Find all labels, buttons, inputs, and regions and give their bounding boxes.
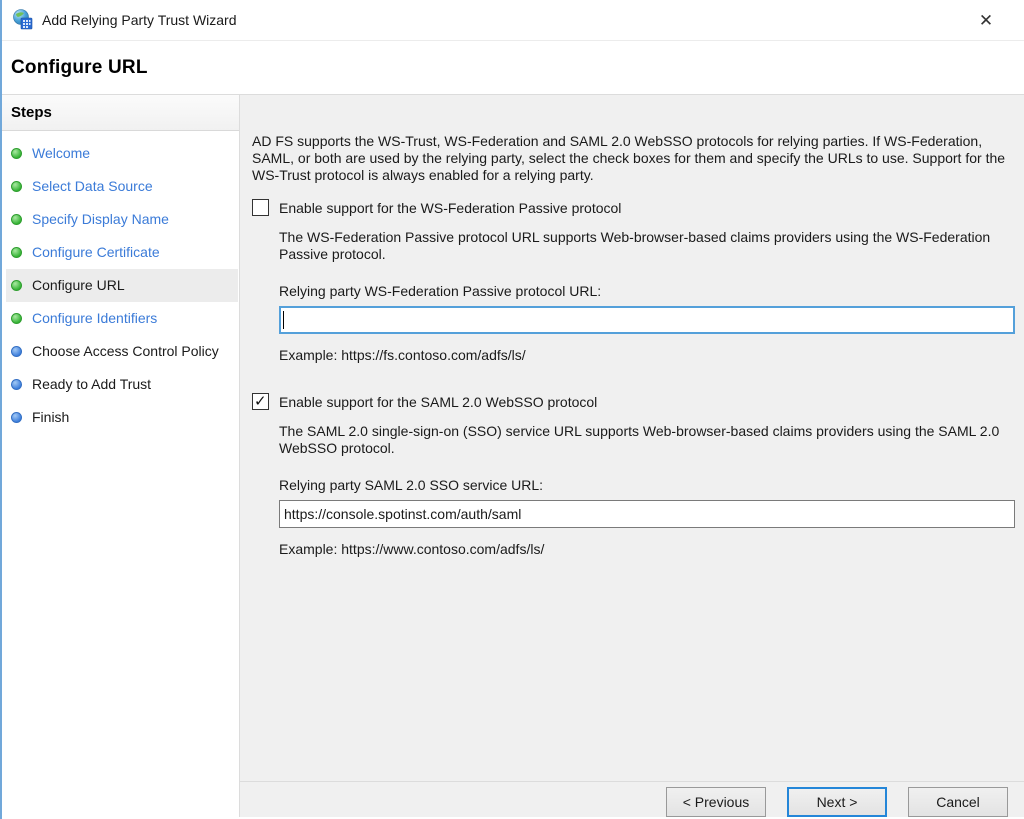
page-title: Configure URL	[2, 41, 1024, 95]
step-status-icon	[11, 214, 22, 225]
step-item-configure-certificate: Configure Certificate	[6, 236, 238, 269]
step-status-icon	[11, 313, 22, 324]
wizard-footer: < Previous Next > Cancel	[240, 781, 1024, 817]
saml-section: The SAML 2.0 single-sign-on (SSO) servic…	[279, 423, 1010, 557]
step-item-configure-identifiers: Configure Identifiers	[6, 302, 238, 335]
saml-checkbox-label[interactable]: Enable support for the SAML 2.0 WebSSO p…	[279, 394, 597, 410]
wsfed-description: The WS-Federation Passive protocol URL s…	[279, 229, 1010, 263]
previous-button[interactable]: < Previous	[666, 787, 766, 817]
step-status-icon	[11, 280, 22, 291]
saml-checkbox-row: ✓ Enable support for the SAML 2.0 WebSSO…	[252, 393, 1010, 410]
steps-header: Steps	[2, 95, 239, 131]
check-icon: ✓	[254, 392, 267, 410]
next-button[interactable]: Next >	[787, 787, 887, 817]
close-button[interactable]: ✕	[972, 8, 1000, 34]
step-item-select-data-source: Select Data Source	[6, 170, 238, 203]
step-item-welcome: Welcome	[6, 137, 238, 170]
wsfed-url-label: Relying party WS-Federation Passive prot…	[279, 283, 1010, 299]
main-pane: AD FS supports the WS-Trust, WS-Federati…	[240, 95, 1024, 817]
wsfed-section: The WS-Federation Passive protocol URL s…	[279, 229, 1010, 363]
saml-url-label: Relying party SAML 2.0 SSO service URL:	[279, 477, 1010, 493]
adfs-wizard-icon	[12, 9, 34, 31]
step-item-choose-access-control-policy: Choose Access Control Policy	[6, 335, 238, 368]
intro-text: AD FS supports the WS-Trust, WS-Federati…	[252, 133, 1010, 184]
saml-url-field	[279, 500, 1015, 528]
close-icon: ✕	[979, 11, 993, 31]
wsfed-checkbox-label[interactable]: Enable support for the WS-Federation Pas…	[279, 200, 621, 216]
text-caret	[283, 311, 284, 329]
step-status-icon	[11, 148, 22, 159]
step-item-finish: Finish	[6, 401, 238, 434]
window-title: Add Relying Party Trust Wizard	[42, 12, 237, 28]
wizard-window: Add Relying Party Trust Wizard ✕ Configu…	[0, 0, 1024, 819]
saml-example-text: Example: https://www.contoso.com/adfs/ls…	[279, 541, 1010, 557]
step-status-icon	[11, 346, 22, 357]
steps-sidebar: Steps Welcome Select Data Source Specify…	[2, 95, 240, 817]
saml-checkbox[interactable]: ✓	[252, 393, 269, 410]
wsfed-url-input[interactable]	[279, 306, 1015, 334]
title-bar: Add Relying Party Trust Wizard ✕	[2, 0, 1024, 41]
wizard-content: Steps Welcome Select Data Source Specify…	[2, 95, 1024, 817]
step-item-configure-url: Configure URL	[6, 269, 238, 302]
step-item-ready-to-add-trust: Ready to Add Trust	[6, 368, 238, 401]
wsfed-url-field	[279, 306, 1015, 334]
saml-description: The SAML 2.0 single-sign-on (SSO) servic…	[279, 423, 1010, 457]
step-status-icon	[11, 379, 22, 390]
step-status-icon	[11, 412, 22, 423]
step-item-specify-display-name: Specify Display Name	[6, 203, 238, 236]
cancel-button[interactable]: Cancel	[908, 787, 1008, 817]
saml-url-input[interactable]	[279, 500, 1015, 528]
steps-list: Welcome Select Data Source Specify Displ…	[2, 131, 239, 434]
wsfed-checkbox-row: ✓ Enable support for the WS-Federation P…	[252, 199, 1010, 216]
wsfed-checkbox[interactable]: ✓	[252, 199, 269, 216]
step-status-icon	[11, 247, 22, 258]
wsfed-example-text: Example: https://fs.contoso.com/adfs/ls/	[279, 347, 1010, 363]
step-status-icon	[11, 181, 22, 192]
